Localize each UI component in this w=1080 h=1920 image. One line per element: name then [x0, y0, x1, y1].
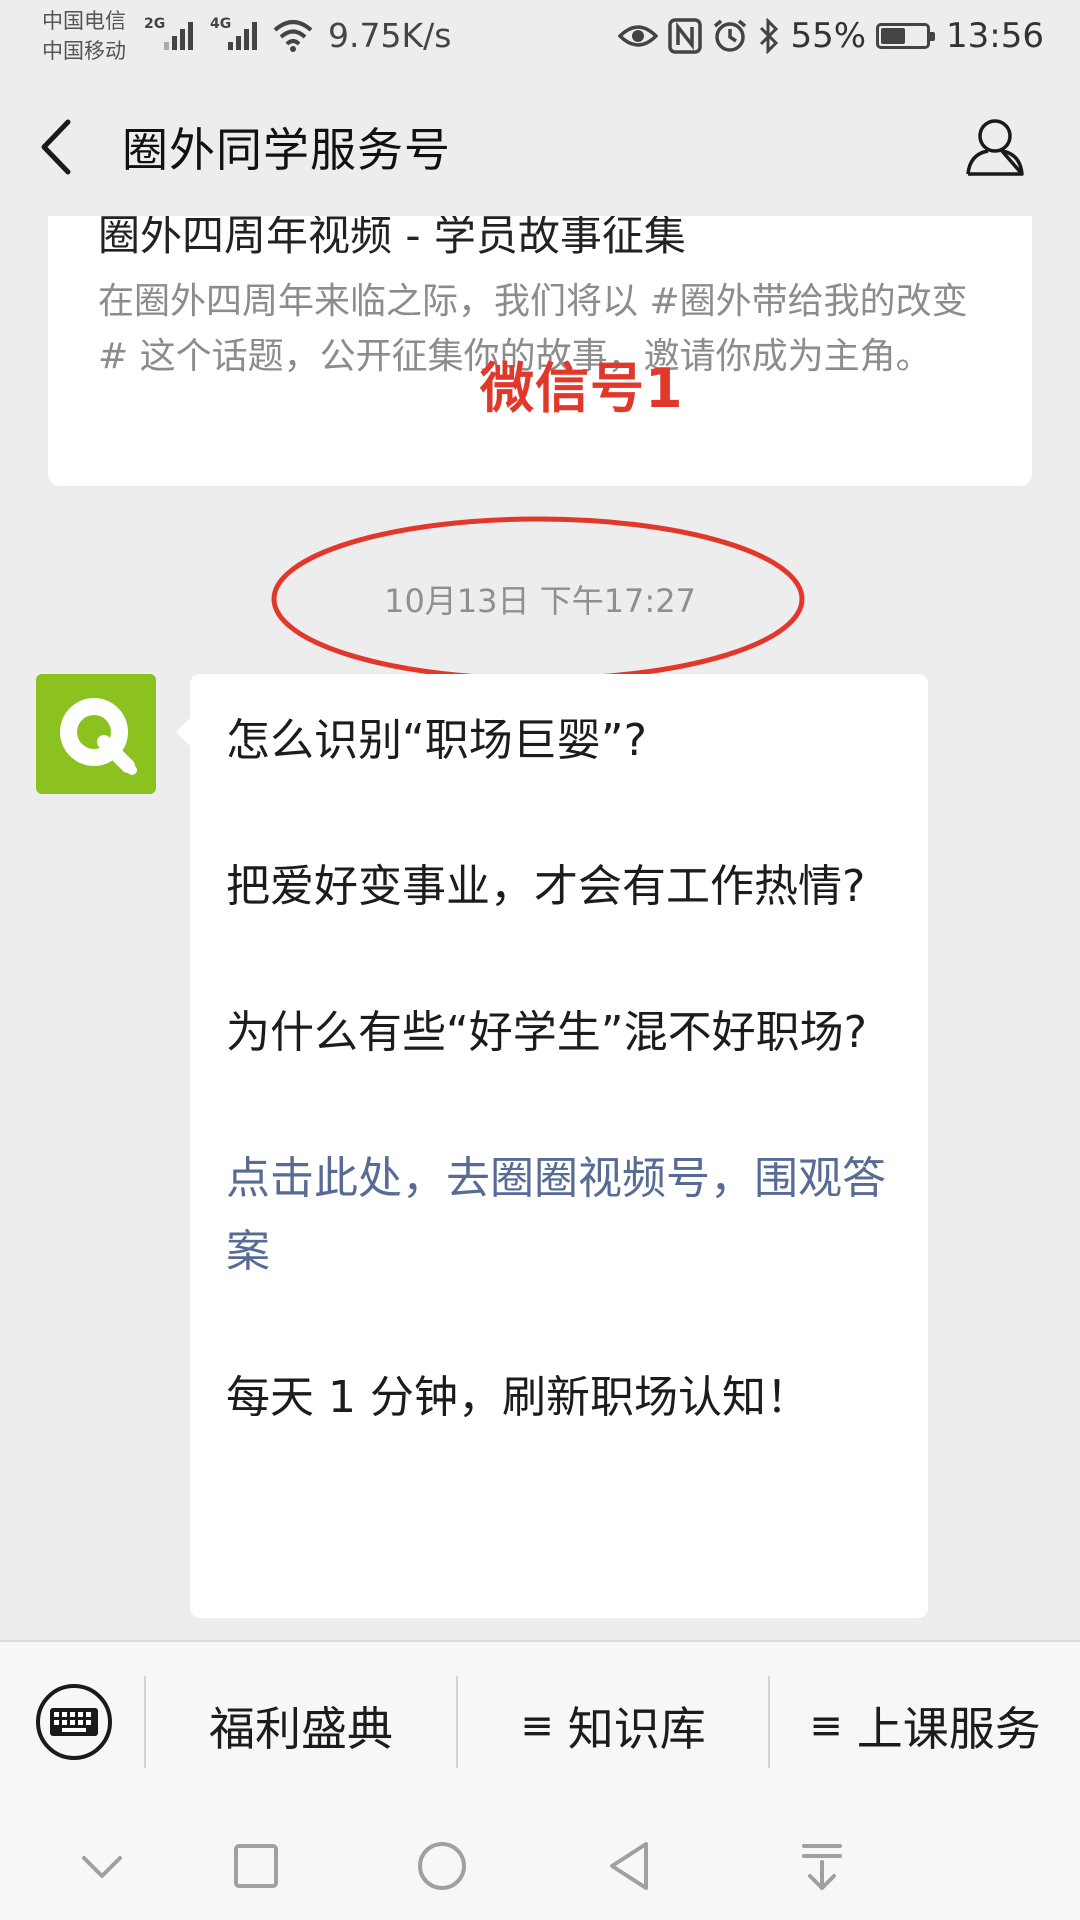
status-indicators: 55% 13:56	[618, 14, 1044, 58]
eye-icon	[618, 25, 659, 47]
carrier-1: 中国电信	[42, 9, 126, 33]
bottom-menu: 福利盛典 ≡ 知识库 ≡ 上课服务	[0, 1640, 1080, 1810]
collapse-icon[interactable]	[74, 1838, 130, 1894]
battery-icon	[876, 23, 936, 49]
avatar[interactable]	[36, 674, 156, 794]
message-bubble[interactable]: 怎么识别“职场巨婴”? 把爱好变事业，才会有工作热情? 为什么有些“好学生”混不…	[176, 674, 928, 1618]
menu-list-icon: ≡	[520, 1703, 554, 1749]
message-line: 每天 1 分钟，刷新职场认知！	[226, 1372, 810, 1423]
profile-icon[interactable]	[964, 116, 1026, 178]
menu-item-welfare[interactable]: 福利盛典	[146, 1642, 456, 1810]
nav-header: 圈外同学服务号	[0, 76, 1080, 216]
bluetooth-icon	[760, 18, 779, 54]
message-line: 为什么有些“好学生”混不好职场?	[226, 1007, 867, 1058]
article-card[interactable]: 圈外四周年视频 - 学员故事征集 在圈外四周年来临之际，我们将以 #圈外带给我的…	[48, 216, 1032, 486]
annotation-label: 微信号1	[480, 357, 684, 420]
network-type-1: 2G	[144, 16, 166, 32]
article-title: 圈外四周年视频 - 学员故事征集	[98, 216, 686, 260]
menu-item-label: 知识库	[567, 1702, 706, 1756]
menu-item-class-service[interactable]: ≡ 上课服务	[770, 1642, 1080, 1810]
logo-icon	[60, 698, 137, 775]
message-timestamp: 10月13日 下午17:27	[384, 582, 696, 620]
notification-pull-icon[interactable]	[794, 1838, 850, 1894]
carrier-names: 中国电信 中国移动	[42, 6, 126, 66]
recents-icon[interactable]	[228, 1838, 284, 1894]
message-line: 怎么识别“职场巨婴”?	[226, 715, 647, 766]
back-triangle-icon[interactable]	[602, 1838, 658, 1894]
menu-item-knowledge[interactable]: ≡ 知识库	[458, 1642, 768, 1810]
status-bar: 中国电信 中国移动 2G 4G 9.75K/s 55% 13:56	[0, 0, 1080, 76]
system-nav-bar	[0, 1810, 1080, 1920]
wifi-icon	[273, 20, 313, 52]
alarm-icon	[714, 19, 747, 52]
net-speed: 9.75K/s	[328, 16, 452, 55]
back-icon[interactable]	[36, 118, 76, 176]
keyboard-icon[interactable]	[34, 1682, 114, 1762]
page-title: 圈外同学服务号	[122, 123, 451, 177]
battery-percent: 55%	[790, 16, 867, 56]
home-icon[interactable]	[414, 1838, 470, 1894]
signal-icon	[164, 18, 198, 50]
signal-icon	[228, 18, 262, 50]
nfc-icon	[668, 18, 703, 54]
menu-item-label: 上课服务	[856, 1702, 1041, 1756]
menu-list-icon: ≡	[809, 1703, 843, 1749]
message-line: 把爱好变事业，才会有工作热情?	[226, 861, 866, 912]
menu-item-label: 福利盛典	[209, 1702, 393, 1756]
message-link[interactable]: 点击此处，去圈圈视频号，围观答案	[226, 1142, 892, 1288]
battery-fill	[881, 28, 906, 44]
clock: 13:56	[946, 16, 1044, 56]
chat-area[interactable]: 圈外四周年视频 - 学员故事征集 在圈外四周年来临之际，我们将以 #圈外带给我的…	[0, 216, 1080, 1640]
carrier-2: 中国移动	[42, 39, 126, 63]
